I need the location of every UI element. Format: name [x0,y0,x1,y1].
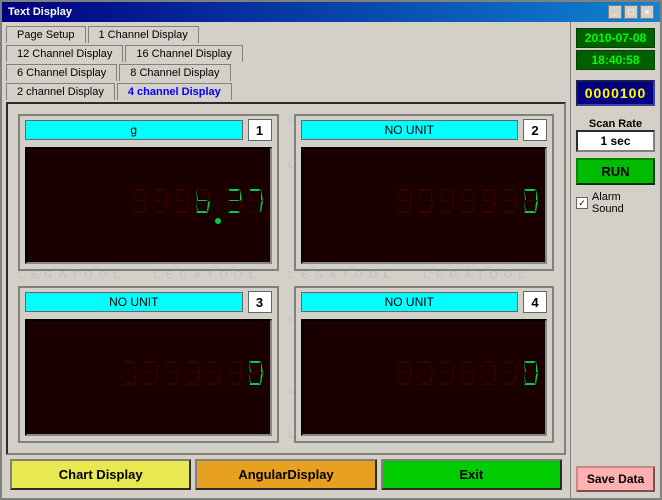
tab-page-setup[interactable]: Page Setup [6,26,86,43]
channel-3-unit: NO UNIT [25,292,243,312]
channel-2-header: NO UNIT 2 [296,116,553,144]
tab-4-channel[interactable]: 4 channel Display [117,83,232,100]
date-value: 2010-07-08 [576,28,655,48]
digit-1-3 [172,187,190,225]
scan-rate-label: Scan Rate [576,118,655,130]
digit-1-6 [246,187,264,225]
channel-4-box: NO UNIT 4 [294,286,555,443]
window-title: Text Display [8,6,72,18]
channel-1-seg [130,187,264,225]
close-button[interactable]: × [640,5,654,19]
digit-2-6 [500,187,518,225]
bottom-bar: Chart Display AngularDisplay Exit [6,455,566,494]
angular-display-button[interactable]: AngularDisplay [195,459,376,490]
tab-row-2: 12 Channel Display 16 Channel Display [6,45,566,62]
tab-12-channel[interactable]: 12 Channel Display [6,45,123,62]
digit-2-3 [437,187,455,225]
alarm-checkbox[interactable]: ✓ [576,197,588,209]
digit-2-1 [395,187,413,225]
channel-3-number: 3 [248,291,272,313]
maximize-button[interactable]: □ [624,5,638,19]
counter-display: 0000100 [576,80,655,106]
scan-rate-value[interactable]: 1 sec [576,130,655,152]
content-area: Page Setup 1 Channel Display 12 Channel … [2,22,660,498]
channel-1-header: g 1 [20,116,277,144]
channel-1-display [25,147,272,264]
tab-row-4: 2 channel Display 4 channel Display [6,83,566,100]
digit-2-7 [521,187,539,225]
digit-4-3 [437,359,455,397]
channels-grid: g 1 [18,114,554,443]
digit-3-5 [204,359,222,397]
channel-4-number: 4 [523,291,547,313]
exit-button[interactable]: Exit [381,459,562,490]
window-controls: _ □ × [608,5,654,19]
digit-1-4 [193,187,211,225]
channel-2-box: NO UNIT 2 [294,114,555,271]
channel-3-display [25,319,272,436]
digit-3-1 [120,359,138,397]
digit-3-2 [141,359,159,397]
channel-2-seg [395,187,539,225]
digit-1-2 [151,187,169,225]
time-value: 18:40:58 [576,50,655,70]
tab-row-1: Page Setup 1 Channel Display [6,26,566,43]
digit-4-4 [458,359,476,397]
digit-3-7 [246,359,264,397]
digit-4-6 [500,359,518,397]
display-panel: LEGATOOL LEGATOOL LEGATOOL LEGATOOL LEGA… [6,102,566,455]
digit-2-2 [416,187,434,225]
digit-2-5 [479,187,497,225]
alarm-row: ✓ Alarm Sound [576,191,655,215]
save-data-button[interactable]: Save Data [576,466,655,492]
channel-2-unit: NO UNIT [301,120,519,140]
channel-2-display [301,147,548,264]
channel-3-box: NO UNIT 3 [18,286,279,443]
channel-4-unit: NO UNIT [301,292,519,312]
tab-1-channel[interactable]: 1 Channel Display [88,26,199,43]
digit-2-4 [458,187,476,225]
channel-1-unit: g [25,120,243,140]
channel-4-seg [395,359,539,397]
digit-4-5 [479,359,497,397]
digit-1-1 [130,187,148,225]
channel-1-number: 1 [248,119,272,141]
dot-1 [214,187,222,225]
title-bar: Text Display _ □ × [2,2,660,22]
digit-3-3 [162,359,180,397]
chart-display-button[interactable]: Chart Display [10,459,191,490]
channel-2-number: 2 [523,119,547,141]
tab-8-channel[interactable]: 8 Channel Display [119,64,230,81]
main-panel: Page Setup 1 Channel Display 12 Channel … [2,22,570,498]
channel-4-display [301,319,548,436]
digit-4-2 [416,359,434,397]
channel-3-seg [120,359,264,397]
tab-row-3: 6 Channel Display 8 Channel Display [6,64,566,81]
tab-2-channel[interactable]: 2 channel Display [6,83,115,100]
date-display: 2010-07-08 18:40:58 [576,28,655,70]
digit-3-6 [225,359,243,397]
run-button[interactable]: RUN [576,158,655,185]
scan-rate-section: Scan Rate 1 sec [576,118,655,152]
channel-1-box: g 1 [18,114,279,271]
alarm-label: Alarm Sound [592,191,655,215]
minimize-button[interactable]: _ [608,5,622,19]
tab-6-channel[interactable]: 6 Channel Display [6,64,117,81]
tab-16-channel[interactable]: 16 Channel Display [125,45,242,62]
digit-3-4 [183,359,201,397]
sidebar: 2010-07-08 18:40:58 0000100 Scan Rate 1 … [570,22,660,498]
digit-4-7 [521,359,539,397]
digit-1-5 [225,187,243,225]
channel-3-header: NO UNIT 3 [20,288,277,316]
channel-4-header: NO UNIT 4 [296,288,553,316]
digit-4-1 [395,359,413,397]
main-window: Text Display _ □ × Page Setup 1 Channel … [0,0,662,500]
